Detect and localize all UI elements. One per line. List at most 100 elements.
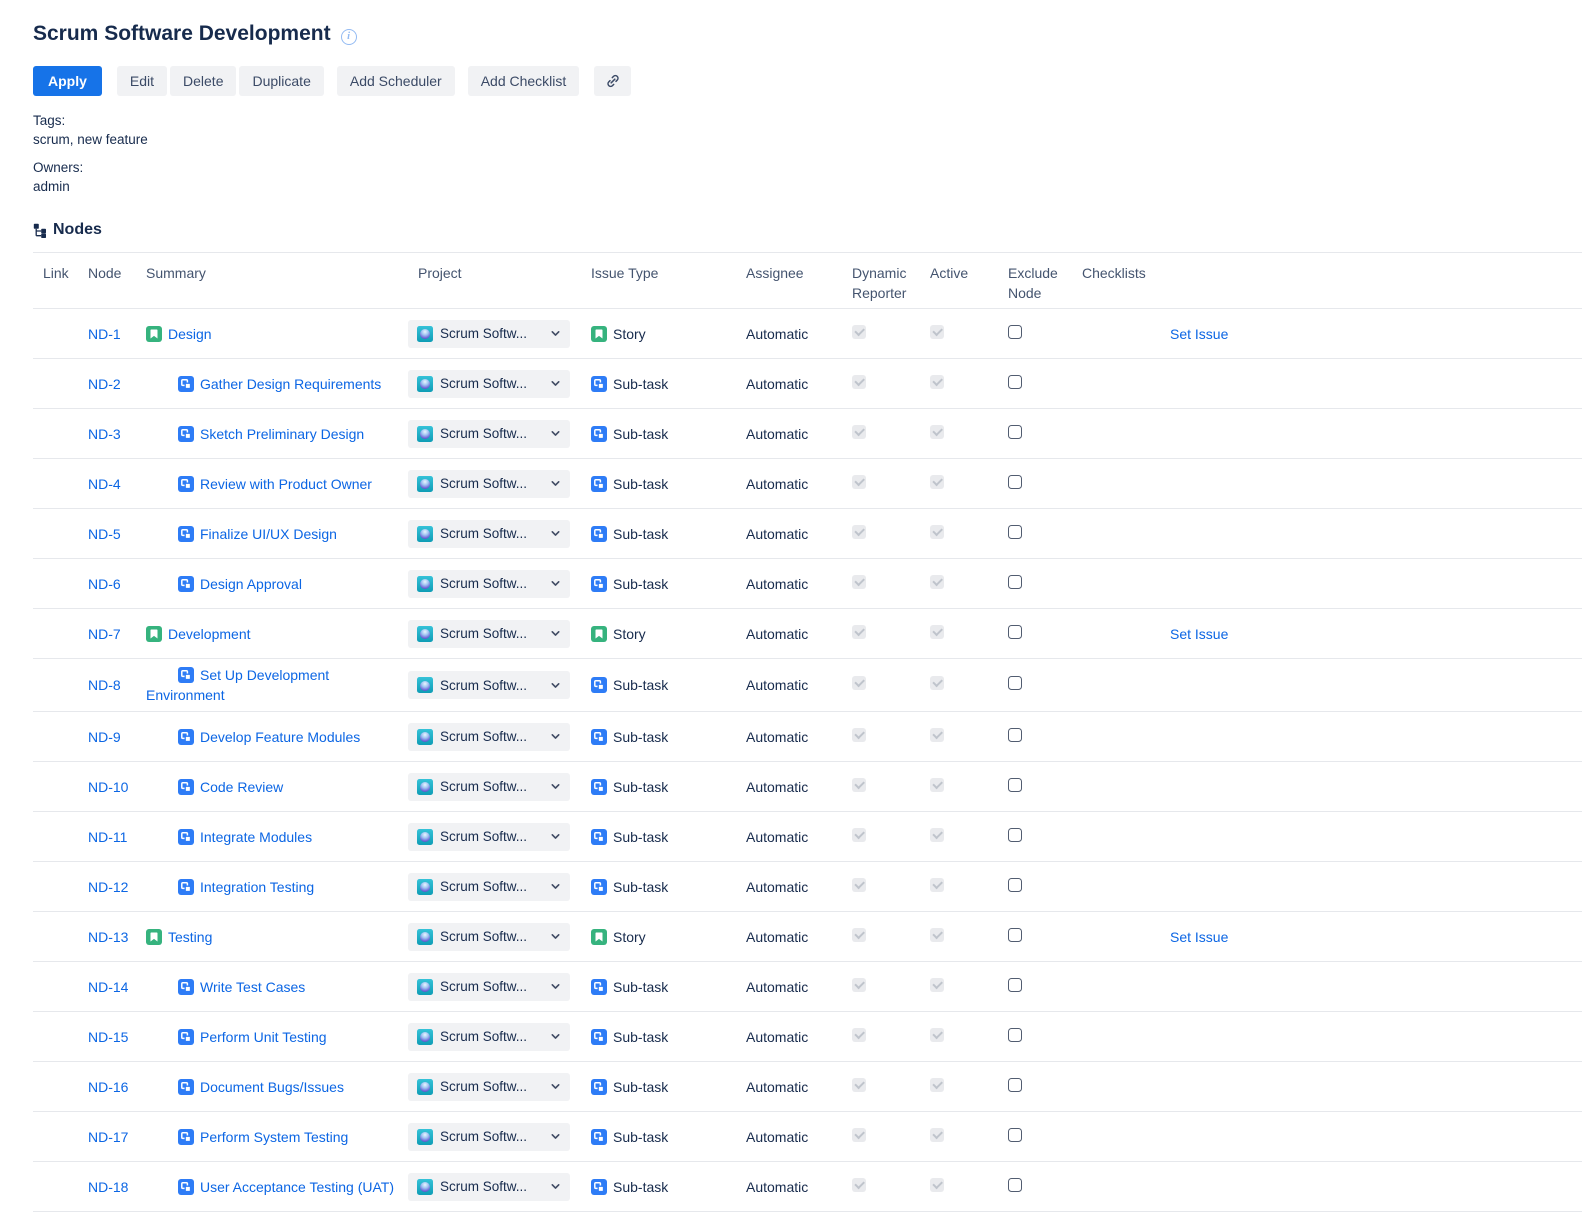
apply-button[interactable]: Apply <box>33 66 102 96</box>
node-link[interactable]: ND-7 <box>88 626 121 642</box>
project-select[interactable]: Scrum Softw... <box>408 1173 570 1201</box>
summary-link[interactable]: Integrate Modules <box>200 829 312 845</box>
issue-type-label: Sub-task <box>613 1079 668 1095</box>
dynamic-reporter-checkbox <box>852 325 866 339</box>
node-link[interactable]: ND-11 <box>88 829 127 845</box>
set-issue-link[interactable]: Set Issue <box>1170 929 1228 945</box>
summary-link[interactable]: Review with Product Owner <box>200 476 372 492</box>
summary-link[interactable]: Develop Feature Modules <box>200 729 360 745</box>
project-select[interactable]: Scrum Softw... <box>408 873 570 901</box>
project-select[interactable]: Scrum Softw... <box>408 773 570 801</box>
project-select[interactable]: Scrum Softw... <box>408 620 570 648</box>
delete-button[interactable]: Delete <box>170 66 236 96</box>
summary-link[interactable]: Perform Unit Testing <box>200 1029 327 1045</box>
node-link[interactable]: ND-9 <box>88 729 121 745</box>
info-icon[interactable] <box>341 29 357 45</box>
exclude-node-checkbox[interactable] <box>1008 475 1022 489</box>
chevron-down-icon <box>550 831 561 842</box>
exclude-node-checkbox[interactable] <box>1008 375 1022 389</box>
dynamic-reporter-cell <box>842 474 920 494</box>
node-link[interactable]: ND-16 <box>88 1079 128 1095</box>
node-cell: ND-5 <box>78 524 136 544</box>
add-checklist-button[interactable]: Add Checklist <box>468 66 580 96</box>
exclude-node-checkbox[interactable] <box>1008 1178 1022 1192</box>
summary-link[interactable]: Development <box>168 626 251 642</box>
exclude-node-checkbox[interactable] <box>1008 828 1022 842</box>
exclude-node-checkbox[interactable] <box>1008 676 1022 690</box>
project-select[interactable]: Scrum Softw... <box>408 470 570 498</box>
exclude-node-checkbox[interactable] <box>1008 325 1022 339</box>
summary-link[interactable]: Design <box>168 326 212 342</box>
project-select[interactable]: Scrum Softw... <box>408 723 570 751</box>
project-select[interactable]: Scrum Softw... <box>408 1023 570 1051</box>
project-select[interactable]: Scrum Softw... <box>408 1123 570 1151</box>
project-select[interactable]: Scrum Softw... <box>408 671 570 699</box>
assignee-cell: Automatic <box>736 624 842 644</box>
node-link[interactable]: ND-15 <box>88 1029 128 1045</box>
exclude-node-cell <box>998 977 1072 997</box>
exclude-node-checkbox[interactable] <box>1008 778 1022 792</box>
exclude-node-checkbox[interactable] <box>1008 425 1022 439</box>
project-select[interactable]: Scrum Softw... <box>408 370 570 398</box>
set-issue-link[interactable]: Set Issue <box>1170 326 1228 342</box>
project-select[interactable]: Scrum Softw... <box>408 520 570 548</box>
active-checkbox <box>930 778 944 792</box>
project-select[interactable]: Scrum Softw... <box>408 1073 570 1101</box>
summary-link[interactable]: Sketch Preliminary Design <box>200 426 364 442</box>
project-select[interactable]: Scrum Softw... <box>408 973 570 1001</box>
exclude-node-checkbox[interactable] <box>1008 1128 1022 1142</box>
add-scheduler-button[interactable]: Add Scheduler <box>337 66 455 96</box>
summary-link[interactable]: Design Approval <box>200 576 302 592</box>
exclude-node-checkbox[interactable] <box>1008 878 1022 892</box>
exclude-node-checkbox[interactable] <box>1008 1078 1022 1092</box>
node-link[interactable]: ND-2 <box>88 376 121 392</box>
node-link[interactable]: ND-8 <box>88 677 121 693</box>
node-link[interactable]: ND-3 <box>88 426 121 442</box>
node-link[interactable]: ND-12 <box>88 879 128 895</box>
exclude-node-checkbox[interactable] <box>1008 625 1022 639</box>
summary-link[interactable]: Write Test Cases <box>200 979 305 995</box>
project-select[interactable]: Scrum Softw... <box>408 570 570 598</box>
summary-link[interactable]: Perform System Testing <box>200 1129 348 1145</box>
node-cell: ND-13 <box>78 927 136 947</box>
summary-link[interactable]: Testing <box>168 929 212 945</box>
project-select[interactable]: Scrum Softw... <box>408 320 570 348</box>
summary-link[interactable]: Gather Design Requirements <box>200 376 381 392</box>
summary-cell: Perform System Testing <box>136 1121 408 1153</box>
summary-cell: Set Up Development Environment <box>136 659 408 711</box>
node-link[interactable]: ND-14 <box>88 979 128 995</box>
summary-link[interactable]: Finalize UI/UX Design <box>200 526 337 542</box>
summary-link[interactable]: Code Review <box>200 779 283 795</box>
node-link[interactable]: ND-18 <box>88 1179 128 1195</box>
dynamic-reporter-cell <box>842 624 920 644</box>
summary-cell: Gather Design Requirements <box>136 368 408 400</box>
exclude-node-checkbox[interactable] <box>1008 728 1022 742</box>
node-link[interactable]: ND-6 <box>88 576 121 592</box>
exclude-node-checkbox[interactable] <box>1008 1028 1022 1042</box>
copy-link-button[interactable] <box>594 66 631 96</box>
node-link[interactable]: ND-17 <box>88 1129 128 1145</box>
project-select[interactable]: Scrum Softw... <box>408 923 570 951</box>
node-link[interactable]: ND-5 <box>88 526 121 542</box>
set-issue-link[interactable]: Set Issue <box>1170 626 1228 642</box>
exclude-node-checkbox[interactable] <box>1008 575 1022 589</box>
summary-link[interactable]: User Acceptance Testing (UAT) <box>200 1179 394 1195</box>
node-link[interactable]: ND-10 <box>88 779 128 795</box>
exclude-node-checkbox[interactable] <box>1008 525 1022 539</box>
project-select[interactable]: Scrum Softw... <box>408 823 570 851</box>
summary-link[interactable]: Set Up Development Environment <box>146 667 329 703</box>
project-select[interactable]: Scrum Softw... <box>408 420 570 448</box>
duplicate-button[interactable]: Duplicate <box>239 66 323 96</box>
story-type-icon <box>591 326 607 342</box>
node-link[interactable]: ND-13 <box>88 929 128 945</box>
issue-type-cell: Sub-task <box>581 574 736 594</box>
dynamic-reporter-cell <box>842 574 920 594</box>
exclude-node-checkbox[interactable] <box>1008 978 1022 992</box>
node-link[interactable]: ND-1 <box>88 326 121 342</box>
issue-type-cell: Sub-task <box>581 1177 736 1197</box>
node-link[interactable]: ND-4 <box>88 476 121 492</box>
exclude-node-checkbox[interactable] <box>1008 928 1022 942</box>
edit-button[interactable]: Edit <box>117 66 167 96</box>
summary-link[interactable]: Integration Testing <box>200 879 314 895</box>
summary-link[interactable]: Document Bugs/Issues <box>200 1079 344 1095</box>
